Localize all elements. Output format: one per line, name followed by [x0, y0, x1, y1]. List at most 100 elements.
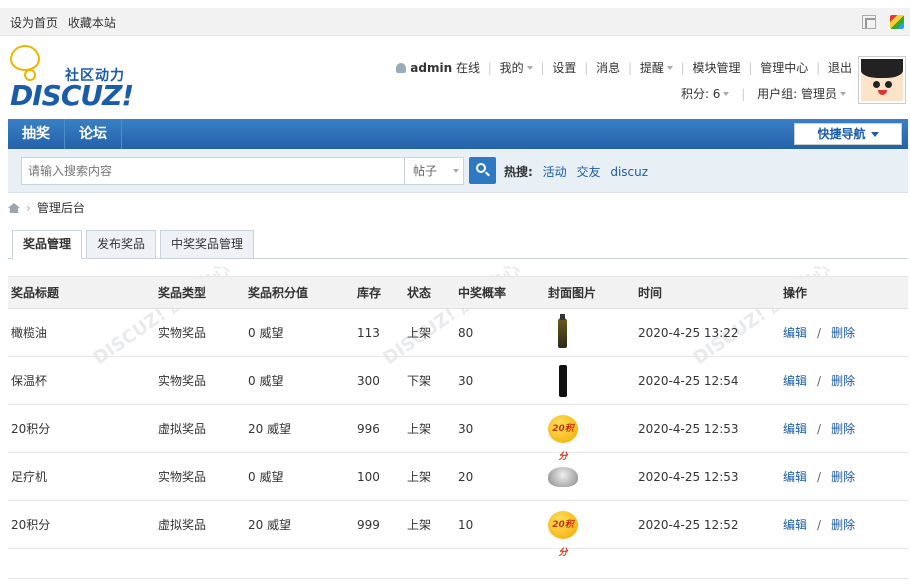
cell-status: 上架 — [404, 308, 455, 357]
fullscreen-icon[interactable] — [862, 14, 877, 29]
divider — [8, 578, 908, 579]
cell-stock: 113 — [354, 308, 404, 357]
points-menu[interactable]: 积分: 6 — [681, 87, 721, 101]
delete-link[interactable]: 删除 — [831, 422, 855, 436]
search-button[interactable] — [469, 157, 496, 184]
tab-publish-prize[interactable]: 发布奖品 — [86, 230, 157, 259]
cell-image — [545, 308, 635, 357]
cell-type: 实物奖品 — [155, 452, 245, 501]
user-menu: admin 在线 | 我的 | 设置 | 消息 | 提醒 | 模块管理 | 管理… — [396, 59, 852, 76]
hot-search-link[interactable]: discuz — [610, 165, 648, 179]
cell-time: 2020-4-25 12:53 — [635, 404, 780, 453]
user-icon — [396, 63, 407, 73]
cell-rate: 80 — [455, 308, 545, 357]
site-header: 社区动力 DISCUZ! admin 在线 | 我的 | 设置 | 消息 | 提… — [0, 37, 910, 117]
cell-type: 虚拟奖品 — [155, 500, 245, 549]
logo-text: DISCUZ! — [10, 79, 134, 112]
cell-actions: 编辑 / 删除 — [780, 500, 908, 549]
avatar[interactable] — [858, 56, 906, 104]
username-link[interactable]: admin — [410, 61, 452, 75]
edit-link[interactable]: 编辑 — [783, 422, 807, 436]
hot-search-link[interactable]: 交友 — [576, 165, 600, 179]
tab-winner-manage[interactable]: 中奖奖品管理 — [160, 230, 255, 259]
col-points: 奖品积分值 — [245, 276, 354, 309]
breadcrumb-current[interactable]: 管理后台 — [37, 201, 85, 215]
messages-link[interactable]: 消息 — [596, 61, 620, 75]
cell-status: 上架 — [404, 404, 455, 453]
chevron-down-icon — [452, 169, 459, 173]
table-row: 足疗机 实物奖品 0 威望 100 上架 20 2020-4-25 12:53 … — [8, 452, 908, 501]
hot-searches: 热搜: 活动 交友 discuz — [504, 163, 648, 180]
cell-rate: 10 — [455, 500, 545, 549]
site-logo[interactable]: 社区动力 DISCUZ! — [8, 45, 138, 112]
edit-link[interactable]: 编辑 — [783, 374, 807, 388]
breadcrumb: › 管理后台 — [8, 199, 85, 216]
settings-link[interactable]: 设置 — [552, 61, 576, 75]
table-row: 20积分 虚拟奖品 20 威望 996 上架 30 20积分 2020-4-25… — [8, 404, 908, 462]
search-type-select[interactable]: 帖子 — [404, 157, 464, 185]
cell-title: 20积分 — [8, 500, 155, 549]
col-rate: 中奖概率 — [455, 276, 545, 309]
cell-type: 实物奖品 — [155, 308, 245, 357]
module-manage-link[interactable]: 模块管理 — [693, 61, 741, 75]
main-nav: 抽奖 论坛 快捷导航 — [8, 119, 908, 149]
cell-time: 2020-4-25 12:53 — [635, 452, 780, 501]
cell-actions: 编辑 / 删除 — [780, 452, 908, 501]
delete-link[interactable]: 删除 — [831, 518, 855, 532]
cell-stock: 996 — [354, 404, 404, 453]
avatar-face-icon — [861, 59, 903, 101]
logo-bubble-icon — [10, 45, 40, 81]
cell-title: 20积分 — [8, 404, 155, 453]
nav-item-forum[interactable]: 论坛 — [65, 119, 122, 149]
chevron-down-icon — [526, 66, 533, 70]
user-group-menu[interactable]: 用户组: 管理员 — [757, 87, 837, 101]
table-row: 20积分 虚拟奖品 20 威望 999 上架 10 20积分 2020-4-25… — [8, 500, 908, 558]
logout-link[interactable]: 退出 — [828, 61, 852, 75]
thermos-cup-icon — [559, 364, 567, 397]
cell-rate: 30 — [455, 356, 545, 405]
edit-link[interactable]: 编辑 — [783, 518, 807, 532]
notifications-menu[interactable]: 提醒 — [640, 61, 664, 75]
hot-search-link[interactable]: 活动 — [543, 165, 567, 179]
points-badge-icon: 20积分 — [548, 414, 578, 462]
delete-link[interactable]: 删除 — [831, 326, 855, 340]
tab-prize-manage[interactable]: 奖品管理 — [12, 230, 83, 260]
cell-status: 上架 — [404, 452, 455, 501]
admin-center-link[interactable]: 管理中心 — [760, 61, 808, 75]
cell-title: 橄榄油 — [8, 308, 155, 357]
quick-nav-button[interactable]: 快捷导航 — [794, 123, 902, 145]
search-bar: 帖子 热搜: 活动 交友 discuz — [8, 149, 908, 193]
cell-time: 2020-4-25 12:52 — [635, 500, 780, 549]
cell-points: 0 威望 — [245, 452, 354, 501]
delete-link[interactable]: 删除 — [831, 470, 855, 484]
edit-link[interactable]: 编辑 — [783, 470, 807, 484]
cell-rate: 30 — [455, 404, 545, 453]
col-image: 封面图片 — [545, 276, 635, 309]
cell-actions: 编辑 / 删除 — [780, 404, 908, 453]
prize-table: 奖品标题 奖品类型 奖品积分值 库存 状态 中奖概率 封面图片 时间 操作 橄榄… — [8, 276, 908, 558]
home-icon[interactable] — [8, 203, 20, 213]
cell-time: 2020-4-25 12:54 — [635, 356, 780, 405]
col-time: 时间 — [635, 276, 780, 309]
set-home-link[interactable]: 设为首页 — [10, 16, 58, 30]
chevron-down-icon — [723, 92, 730, 96]
cell-status: 下架 — [404, 356, 455, 405]
search-input[interactable] — [21, 157, 405, 185]
cell-actions: 编辑 / 删除 — [780, 308, 908, 357]
nav-item-lottery[interactable]: 抽奖 — [8, 119, 65, 149]
col-stock: 库存 — [354, 276, 404, 309]
delete-link[interactable]: 删除 — [831, 374, 855, 388]
color-theme-icon[interactable] — [890, 14, 904, 29]
table-header-row: 奖品标题 奖品类型 奖品积分值 库存 状态 中奖概率 封面图片 时间 操作 — [8, 276, 908, 309]
chevron-down-icon — [666, 66, 673, 70]
hot-label: 热搜: — [504, 165, 533, 179]
bookmark-link[interactable]: 收藏本站 — [68, 16, 116, 30]
col-actions: 操作 — [780, 276, 908, 309]
edit-link[interactable]: 编辑 — [783, 326, 807, 340]
my-menu[interactable]: 我的 — [500, 61, 524, 75]
tab-bar: 奖品管理 发布奖品 中奖奖品管理 — [8, 230, 908, 260]
user-info: 积分: 6 | 用户组: 管理员 — [681, 85, 846, 102]
cell-title: 保温杯 — [8, 356, 155, 405]
cell-type: 实物奖品 — [155, 356, 245, 405]
cell-title: 足疗机 — [8, 452, 155, 501]
